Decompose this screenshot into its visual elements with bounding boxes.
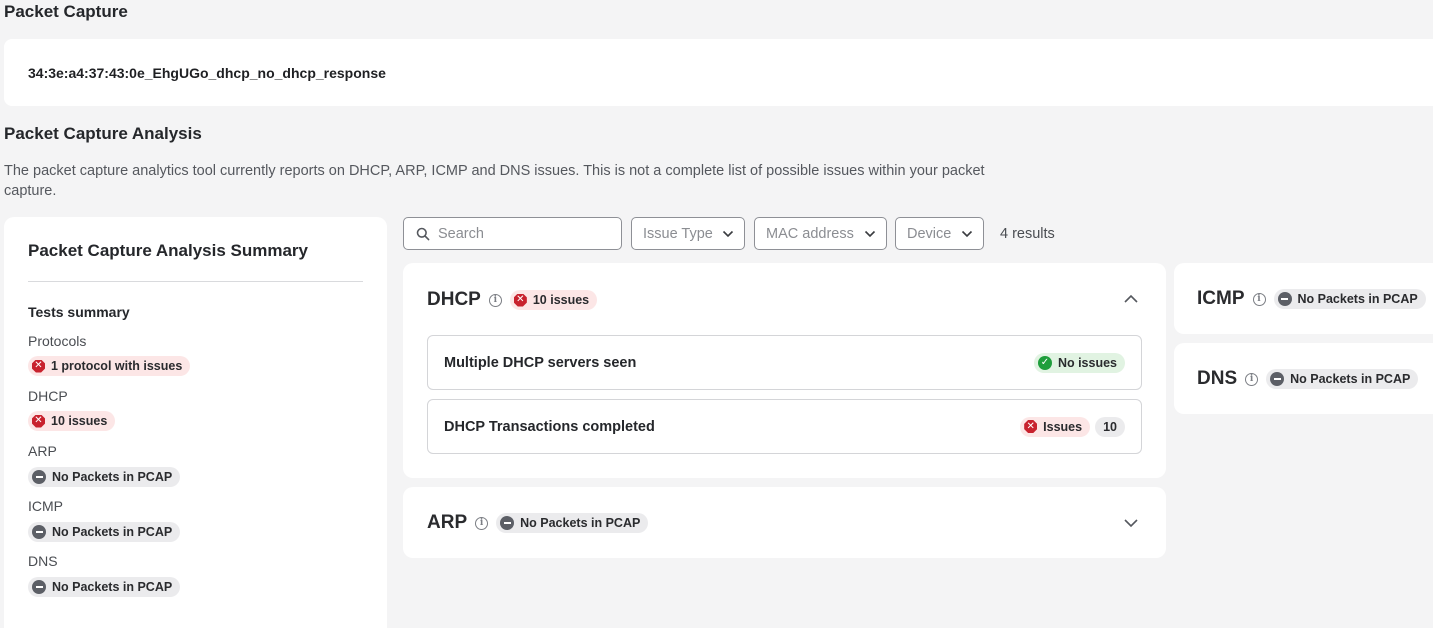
status-badge: ✕ Issues [1020,416,1091,437]
minus-circle-icon [32,580,46,594]
mac-address-dropdown[interactable]: MAC address [754,217,887,250]
status-badge: No Packets in PCAP [28,467,181,487]
minus-circle-icon [32,525,46,539]
issue-count: 10 [1095,416,1125,437]
protocol-name: DNS [1197,368,1238,389]
status-badge: ✓ No issues [1033,352,1125,373]
error-icon: ✕ [32,414,45,428]
issue-type-dropdown[interactable]: Issue Type [631,217,745,250]
error-icon: ✕ [32,359,45,373]
error-icon: ✕ [1024,420,1038,433]
dns-card: DNS i No Packets in PCAP [1174,343,1433,414]
summary-label-icmp: ICMP [28,498,63,514]
chevron-down-icon [961,230,973,237]
chevron-down-icon [722,230,734,237]
dhcp-card-header[interactable]: DHCP i ✕ 10 issues [427,289,598,311]
summary-label-dhcp: DHCP [28,388,68,404]
summary-title: Packet Capture Analysis Summary [28,241,363,282]
info-icon[interactable]: i [475,516,489,530]
icmp-card: ICMP i No Packets in PCAP [1174,263,1433,334]
chevron-down-icon [864,230,876,237]
summary-label-arp: ARP [28,443,57,459]
dns-card-header[interactable]: DNS i No Packets in PCAP [1197,368,1419,390]
summary-label-dns: DNS [28,553,58,569]
chevron-down-icon[interactable] [1123,515,1139,531]
protocol-name: ARP [427,512,468,533]
minus-circle-icon [32,470,46,484]
capture-file-name: 34:3e:a4:37:43:0e_EhgUGo_dhcp_no_dhcp_re… [28,65,386,81]
check-circle-icon: ✓ [1037,355,1052,370]
minus-circle-icon [1277,292,1292,306]
capture-file-card: 34:3e:a4:37:43:0e_EhgUGo_dhcp_no_dhcp_re… [4,39,1433,106]
status-badge: ✕ 10 issues [28,411,116,431]
info-icon[interactable]: i [1252,292,1266,306]
chevron-up-icon[interactable] [1123,291,1139,307]
protocol-name: DHCP [427,289,481,310]
summary-label-protocols: Protocols [28,333,87,349]
status-badge: No Packets in PCAP [1266,369,1419,389]
status-badge: ✕ 10 issues [509,290,598,310]
arp-card-header[interactable]: ARP i No Packets in PCAP [427,512,649,534]
search-input[interactable] [438,225,608,242]
analysis-description: The packet capture analytics tool curren… [4,163,985,199]
error-icon: ✕ [513,293,527,307]
test-name: DHCP Transactions completed [444,418,655,435]
status-badge: No Packets in PCAP [496,513,649,533]
minus-circle-icon [500,516,515,530]
device-dropdown[interactable]: Device [895,217,984,250]
protocol-name: ICMP [1197,288,1245,309]
status-badge: No Packets in PCAP [1273,289,1426,309]
page-title: Packet Capture [4,2,128,21]
test-name: Multiple DHCP servers seen [444,354,637,371]
status-badge: ✕ 1 protocol with issues [28,356,191,376]
analysis-summary-panel: Packet Capture Analysis Summary Tests su… [4,217,387,628]
test-row[interactable]: Multiple DHCP servers seen ✓ No issues [427,335,1142,390]
dhcp-card: DHCP i ✕ 10 issues Multiple DHCP servers … [403,263,1166,478]
search-box[interactable] [403,217,622,250]
status-badge: No Packets in PCAP [28,522,181,542]
tests-summary-title: Tests summary [28,304,130,320]
results-count: 4 results [1000,226,1055,242]
minus-circle-icon [1270,372,1285,386]
status-badge: No Packets in PCAP [28,577,181,597]
icmp-card-header[interactable]: ICMP i No Packets in PCAP [1197,288,1426,310]
analysis-title: Packet Capture Analysis [4,124,202,143]
arp-card: ARP i No Packets in PCAP [403,487,1166,558]
test-row[interactable]: DHCP Transactions completed ✕ Issues 10 [427,399,1142,454]
info-icon[interactable]: i [488,293,502,307]
info-icon[interactable]: i [1245,372,1259,386]
search-icon [416,227,430,240]
